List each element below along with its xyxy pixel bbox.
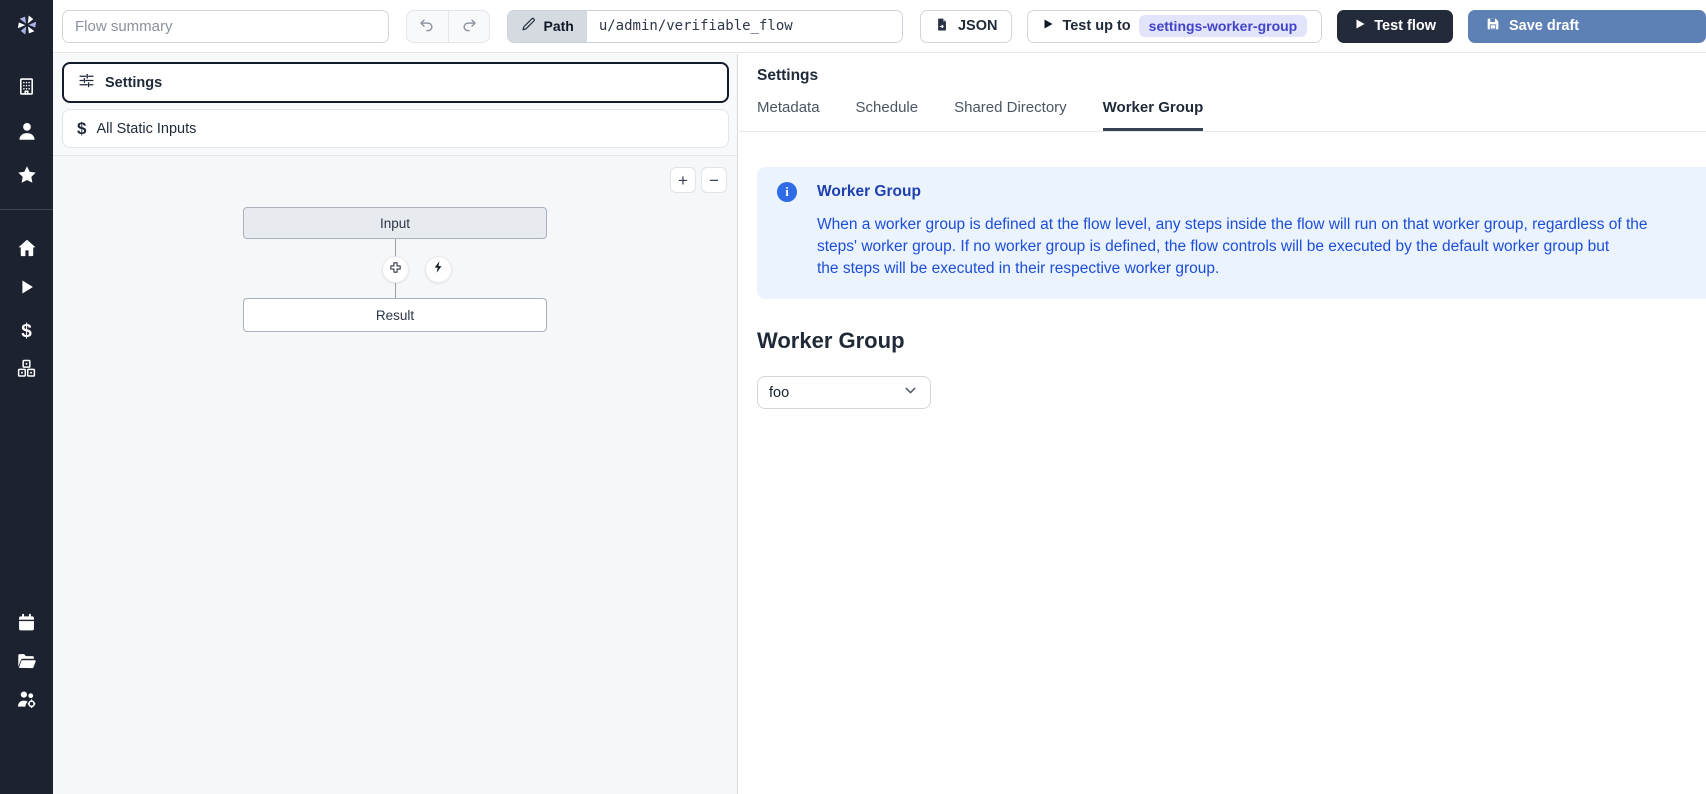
save-draft-button[interactable]: Save draft [1468, 10, 1706, 43]
undo-redo-group [406, 10, 491, 43]
sidebar-item-user[interactable] [0, 120, 53, 144]
flow-toolbar: Settings $ All Static Inputs [53, 54, 737, 156]
result-node-label: Result [376, 308, 414, 323]
worker-group-section-title: Worker Group [757, 328, 1706, 354]
play-icon [1354, 18, 1366, 34]
static-inputs-button[interactable]: $ All Static Inputs [62, 109, 729, 148]
building-icon [16, 76, 37, 100]
info-line: steps' worker group. If no worker group … [817, 236, 1706, 258]
input-node-label: Input [380, 216, 410, 231]
tab-worker-group[interactable]: Worker Group [1103, 99, 1204, 131]
test-flow-button[interactable]: Test flow [1337, 10, 1453, 43]
sidebar-item-workspace[interactable] [0, 76, 53, 100]
input-node[interactable]: Input [243, 207, 547, 239]
flow-summary-input[interactable] [62, 10, 389, 43]
save-icon [1485, 16, 1501, 36]
tab-schedule[interactable]: Schedule [856, 99, 919, 131]
redo-button[interactable] [448, 11, 489, 42]
dollar-icon: $ [21, 322, 32, 341]
path-label: Path [543, 18, 573, 34]
worker-group-select-value: foo [769, 385, 789, 401]
folder-open-icon [16, 650, 38, 675]
test-up-to-target-pill[interactable]: settings-worker-group [1139, 15, 1308, 37]
zoom-out-button[interactable]: − [701, 167, 727, 193]
settings-panel-title: Settings [757, 67, 1706, 85]
edit-path-button[interactable]: Path [508, 11, 586, 42]
lightning-bolt-icon [432, 260, 446, 279]
sidebar-item-folders[interactable] [0, 650, 53, 674]
windmill-logo-icon[interactable] [0, 12, 53, 38]
user-icon [16, 120, 38, 145]
test-up-to-button[interactable]: Test up to settings-worker-group [1027, 10, 1322, 43]
settings-module-label: Settings [105, 75, 162, 91]
file-json-icon [935, 17, 950, 36]
save-draft-label: Save draft [1509, 18, 1579, 34]
sidebar-item-schedules[interactable] [0, 612, 53, 636]
chevron-down-icon [902, 382, 919, 404]
test-flow-label: Test flow [1374, 18, 1436, 34]
sidebar-divider [0, 209, 53, 210]
undo-icon [418, 16, 436, 37]
trigger-button[interactable] [425, 256, 452, 283]
sidebar-item-variables[interactable]: $ [0, 319, 53, 343]
sidebar-item-resources[interactable] [0, 358, 53, 382]
flow-canvas[interactable]: + − Input [53, 156, 737, 794]
zoom-in-button[interactable]: + [670, 167, 696, 193]
path-control: Path [507, 10, 902, 43]
settings-tabs: Metadata Schedule Shared Directory Worke… [739, 85, 1706, 132]
info-line: the steps will be executed in their resp… [817, 258, 1706, 280]
info-icon: i [777, 182, 797, 202]
play-icon [1042, 18, 1054, 34]
json-button[interactable]: JSON [920, 10, 1013, 43]
topbar: Path JSON Test up to [53, 0, 1706, 53]
info-box-title: Worker Group [817, 183, 921, 201]
sliders-icon [78, 72, 95, 94]
test-up-to-label: Test up to [1062, 18, 1130, 34]
worker-group-info-box: i Worker Group When a worker group is de… [757, 167, 1706, 299]
windmill-flow-editor: $ [0, 0, 1706, 794]
zoom-controls: + − [670, 167, 727, 193]
worker-group-select[interactable]: foo [757, 376, 931, 409]
tab-metadata[interactable]: Metadata [757, 99, 820, 131]
info-box-body: When a worker group is defined at the fl… [817, 214, 1706, 280]
boxes-icon [16, 358, 37, 382]
settings-panel: Settings Metadata Schedule Shared Direct… [739, 54, 1706, 794]
sidebar-item-runs[interactable] [0, 276, 53, 300]
add-step-button[interactable] [382, 256, 409, 283]
home-icon [16, 237, 38, 262]
result-node[interactable]: Result [243, 298, 547, 332]
path-input[interactable] [587, 11, 902, 42]
info-line: When a worker group is defined at the fl… [817, 214, 1706, 236]
play-icon [17, 277, 37, 300]
sidebar-item-favorites[interactable] [0, 164, 53, 188]
users-gear-icon [16, 688, 38, 713]
json-label: JSON [958, 18, 998, 34]
calendar-icon [16, 612, 37, 636]
sidebar: $ [0, 0, 53, 794]
redo-icon [460, 16, 478, 37]
settings-module-button[interactable]: Settings [62, 62, 729, 103]
dollar-icon: $ [77, 120, 86, 137]
star-icon [16, 164, 38, 189]
static-inputs-label: All Static Inputs [96, 121, 196, 137]
tab-shared-directory[interactable]: Shared Directory [954, 99, 1067, 131]
plus-icon [388, 260, 403, 280]
info-box-header: i Worker Group [777, 182, 1706, 202]
topbar-actions: JSON Test up to settings-worker-group Te… [920, 10, 1706, 43]
sidebar-item-groups[interactable] [0, 688, 53, 712]
sidebar-item-home[interactable] [0, 237, 53, 261]
pencil-icon [521, 17, 536, 35]
undo-button[interactable] [407, 11, 448, 42]
flow-graph-panel: Settings $ All Static Inputs + − Input [53, 54, 738, 794]
